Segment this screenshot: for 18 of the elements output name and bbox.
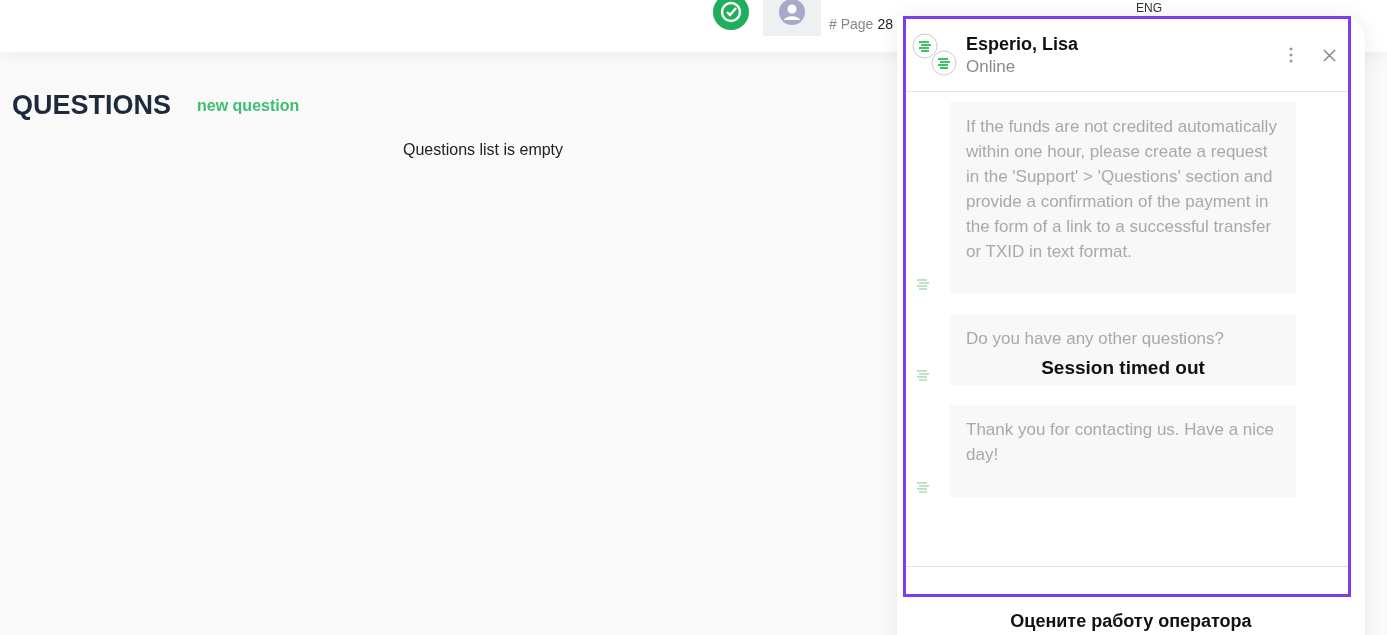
user-avatar-icon[interactable] — [779, 0, 805, 25]
rating-prompt: Оцените работу оператора — [1009, 611, 1253, 632]
page-title: QUESTIONS — [12, 90, 172, 121]
language-selector[interactable]: ENG — [1136, 1, 1162, 15]
more-options-icon[interactable] — [1289, 47, 1293, 63]
session-timeout-message: Session timed out — [1041, 356, 1205, 380]
page-label: # Page — [829, 16, 874, 32]
operator-name: Esperio, Lisa — [966, 33, 1080, 55]
message-bubble: Do you have any other questions? Session timed out — [950, 314, 1296, 385]
profile-button[interactable] — [763, 0, 821, 36]
page-number: 28 — [877, 16, 893, 32]
operator-avatars-icon — [912, 33, 958, 77]
empty-message: Questions list is empty — [403, 141, 564, 159]
message-bubble: Thank you for contacting us. Have a nice day! — [950, 405, 1296, 497]
message-bubble: If the funds are not credited automatically within one hour, please create a request in the 'Support' > 'Questions' section and provide a confirmation of the payment in the form of a link to a successful transfer or TXID in text format. — [950, 102, 1296, 294]
checkmark-icon[interactable] — [713, 0, 749, 30]
operator-status: Online — [966, 56, 1017, 77]
close-icon[interactable] — [1323, 48, 1336, 62]
